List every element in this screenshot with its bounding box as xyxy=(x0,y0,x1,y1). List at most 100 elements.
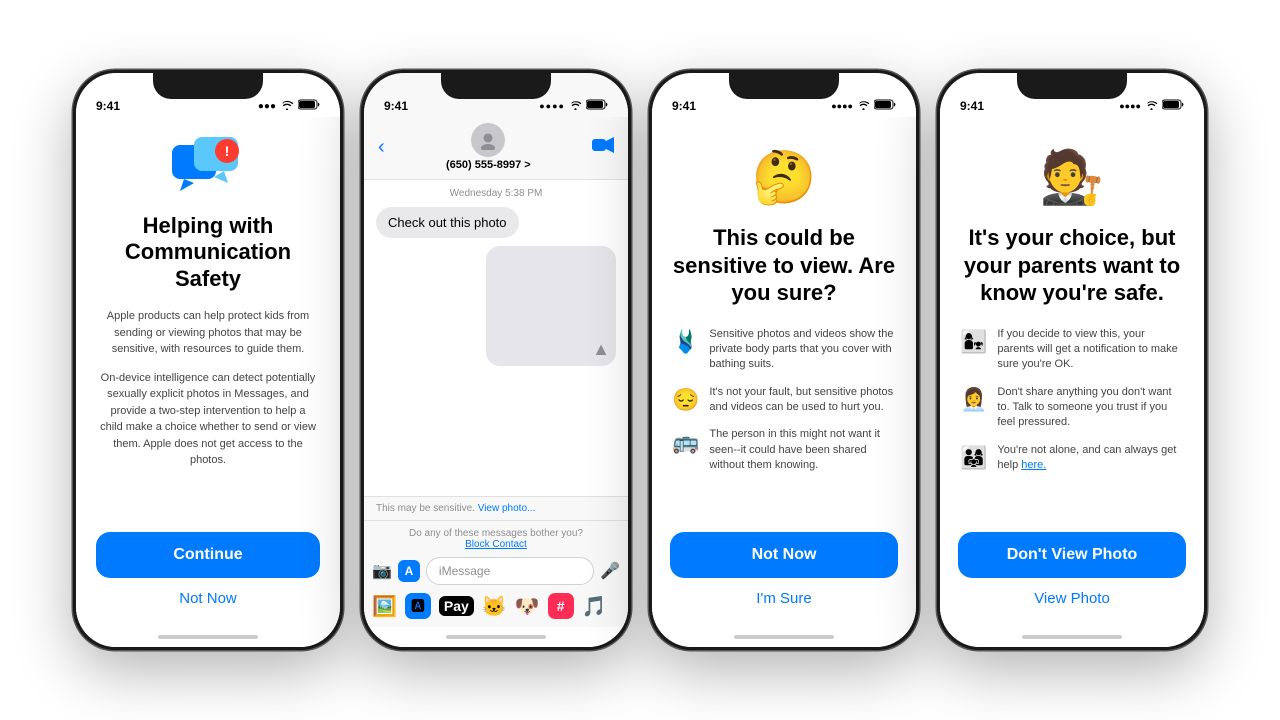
message-image: ▲ xyxy=(486,246,616,366)
reason-item-4-1: 👩‍👧 If you decide to view this, your par… xyxy=(960,327,1184,373)
reason-text-4-3: You're not alone, and can always get hel… xyxy=(997,443,1184,474)
apps-icon[interactable]: A xyxy=(398,560,420,582)
phone3-content: 🤔 This could be sensitive to view. Are y… xyxy=(652,117,916,532)
view-photo-link[interactable]: View photo... xyxy=(478,503,536,514)
mic-icon[interactable]: 🎤 xyxy=(600,561,620,581)
notch-4 xyxy=(1017,73,1127,99)
memoji-icon[interactable]: 🐱 xyxy=(482,594,507,619)
hashtag-icon[interactable]: # xyxy=(548,593,574,619)
reason-item-2: 😔 It's not your fault, but sensitive pho… xyxy=(672,385,896,416)
im-sure-button[interactable]: I'm Sure xyxy=(756,590,811,607)
reason-text-1: Sensitive photos and videos show the pri… xyxy=(709,327,896,373)
sensitive-bar: This may be sensitive. View photo... xyxy=(364,496,628,520)
time-3: 9:41 xyxy=(672,99,696,113)
phone4-footer: Don't View Photo View Photo xyxy=(940,532,1204,627)
not-now-button-1[interactable]: Not Now xyxy=(179,590,237,607)
home-indicator-4 xyxy=(940,627,1204,647)
block-notice: Do any of these messages bother you? Blo… xyxy=(372,525,620,553)
reason-text-4-1: If you decide to view this, your parents… xyxy=(997,327,1184,373)
help-emoji: 👨‍👩‍👧 xyxy=(960,445,987,471)
phone-4: 9:41 ●●●● 🧑‍⚖️ It's your choice, but you… xyxy=(937,70,1207,650)
reason-item-4-2: 👩‍💼 Don't share anything you don't want … xyxy=(960,385,1184,431)
reason-text-3: The person in this might not want it see… xyxy=(709,427,896,473)
notch-1 xyxy=(153,73,263,99)
phone3-title: This could be sensitive to view. Are you… xyxy=(672,224,896,307)
status-icons-3: ●●●● xyxy=(831,99,896,113)
time-1: 9:41 xyxy=(96,99,120,113)
communication-safety-icon: ! xyxy=(172,137,244,197)
continue-button[interactable]: Continue xyxy=(96,532,320,578)
signal-icon-1: ●●● xyxy=(258,101,276,112)
phone1-footer: Continue Not Now xyxy=(76,532,340,627)
battery-icon-4 xyxy=(1162,99,1184,113)
time-4: 9:41 xyxy=(960,99,984,113)
messages-header: ‹ (650) 555-8997 > xyxy=(364,117,628,180)
apps-store-icon[interactable]: 🅰 xyxy=(405,593,431,619)
eye-emoji: 🚌 xyxy=(672,429,699,455)
contact-info: (650) 555-8997 > xyxy=(385,123,592,171)
not-now-button-3[interactable]: Not Now xyxy=(670,532,898,578)
contact-name[interactable]: (650) 555-8997 > xyxy=(385,159,592,171)
time-2: 9:41 xyxy=(384,99,408,113)
video-call-button[interactable] xyxy=(592,137,614,158)
phone4-content: 🧑‍⚖️ It's your choice, but your parents … xyxy=(940,117,1204,532)
notch-3 xyxy=(729,73,839,99)
dont-view-button[interactable]: Don't View Photo xyxy=(958,532,1186,578)
reason-item-1: 🩱 Sensitive photos and videos show the p… xyxy=(672,327,896,373)
battery-icon-3 xyxy=(874,99,896,113)
reason-text-4-2: Don't share anything you don't want to. … xyxy=(997,385,1184,431)
messages-bottom: Do any of these messages bother you? Blo… xyxy=(364,520,628,627)
sad-emoji: 😔 xyxy=(672,387,699,413)
phone3-footer: Not Now I'm Sure xyxy=(652,532,916,627)
message-input-row: 📷 A iMessage 🎤 xyxy=(372,553,620,589)
signal-icon-2: ●●●● xyxy=(539,101,565,111)
wifi-icon-3 xyxy=(857,100,870,113)
messages-area: Wednesday 5:38 PM Check out this photo ▲ xyxy=(364,180,628,496)
svg-text:!: ! xyxy=(225,143,230,159)
sensitive-text: This may be sensitive. xyxy=(376,503,475,514)
camera-icon[interactable]: 📷 xyxy=(372,561,392,581)
notification-emoji: 👩‍👧 xyxy=(960,329,987,355)
phones-container: 9:41 ●●● xyxy=(53,50,1227,670)
phone1-desc2: On-device intelligence can detect potent… xyxy=(100,370,316,469)
battery-icon-2 xyxy=(586,99,608,113)
animoji-icon[interactable]: 🐶 xyxy=(515,594,540,619)
phone4-title: It's your choice, but your parents want … xyxy=(960,224,1184,307)
status-icons-2: ●●●● xyxy=(539,99,608,113)
photos-app-icon[interactable]: 🖼️ xyxy=(372,594,397,619)
apple-pay-icon[interactable]: Pay xyxy=(439,596,474,616)
notch-2 xyxy=(441,73,551,99)
reason-item-3: 🚌 The person in this might not want it s… xyxy=(672,427,896,473)
signal-icon-4: ●●●● xyxy=(1119,101,1141,111)
wifi-icon-1 xyxy=(280,100,294,113)
phone-3: 9:41 ●●●● 🤔 This could be sensitive to v… xyxy=(649,70,919,650)
talk-emoji: 👩‍💼 xyxy=(960,387,987,413)
message-input[interactable]: iMessage xyxy=(426,557,594,585)
here-link[interactable]: here. xyxy=(1021,459,1046,471)
phone-2: 9:41 ●●●● ‹ xyxy=(361,70,631,650)
signal-icon-3: ●●●● xyxy=(831,101,853,111)
message-bubble: Check out this photo xyxy=(376,207,519,238)
contact-avatar xyxy=(471,123,505,157)
block-contact-link[interactable]: Block Contact xyxy=(465,539,527,550)
battery-icon-1 xyxy=(298,99,320,113)
status-icons-4: ●●●● xyxy=(1119,99,1184,113)
phone-1: 9:41 ●●● xyxy=(73,70,343,650)
message-date: Wednesday 5:38 PM xyxy=(376,188,616,199)
view-photo-button[interactable]: View Photo xyxy=(1034,590,1110,607)
reason-text-2: It's not your fault, but sensitive photo… xyxy=(709,385,896,416)
back-button[interactable]: ‹ xyxy=(378,136,385,159)
wifi-icon-4 xyxy=(1145,100,1158,113)
phone1-title: Helping with Communication Safety xyxy=(100,213,316,292)
thinking-emoji: 🤔 xyxy=(752,147,817,208)
music-icon[interactable]: 🎵 xyxy=(582,594,607,619)
home-indicator-1 xyxy=(76,627,340,647)
home-indicator-2 xyxy=(364,627,628,647)
app-row: 🖼️ 🅰 Pay 🐱 🐶 # 🎵 xyxy=(372,589,620,623)
status-icons-1: ●●● xyxy=(258,99,320,113)
input-placeholder: iMessage xyxy=(439,564,490,578)
phone1-desc1: Apple products can help protect kids fro… xyxy=(100,308,316,358)
reason-item-4-3: 👨‍👩‍👧 You're not alone, and can always g… xyxy=(960,443,1184,474)
bathing-emoji: 🩱 xyxy=(672,329,699,355)
phone1-content: ! Helping with Communication Safety Appl… xyxy=(76,117,340,532)
